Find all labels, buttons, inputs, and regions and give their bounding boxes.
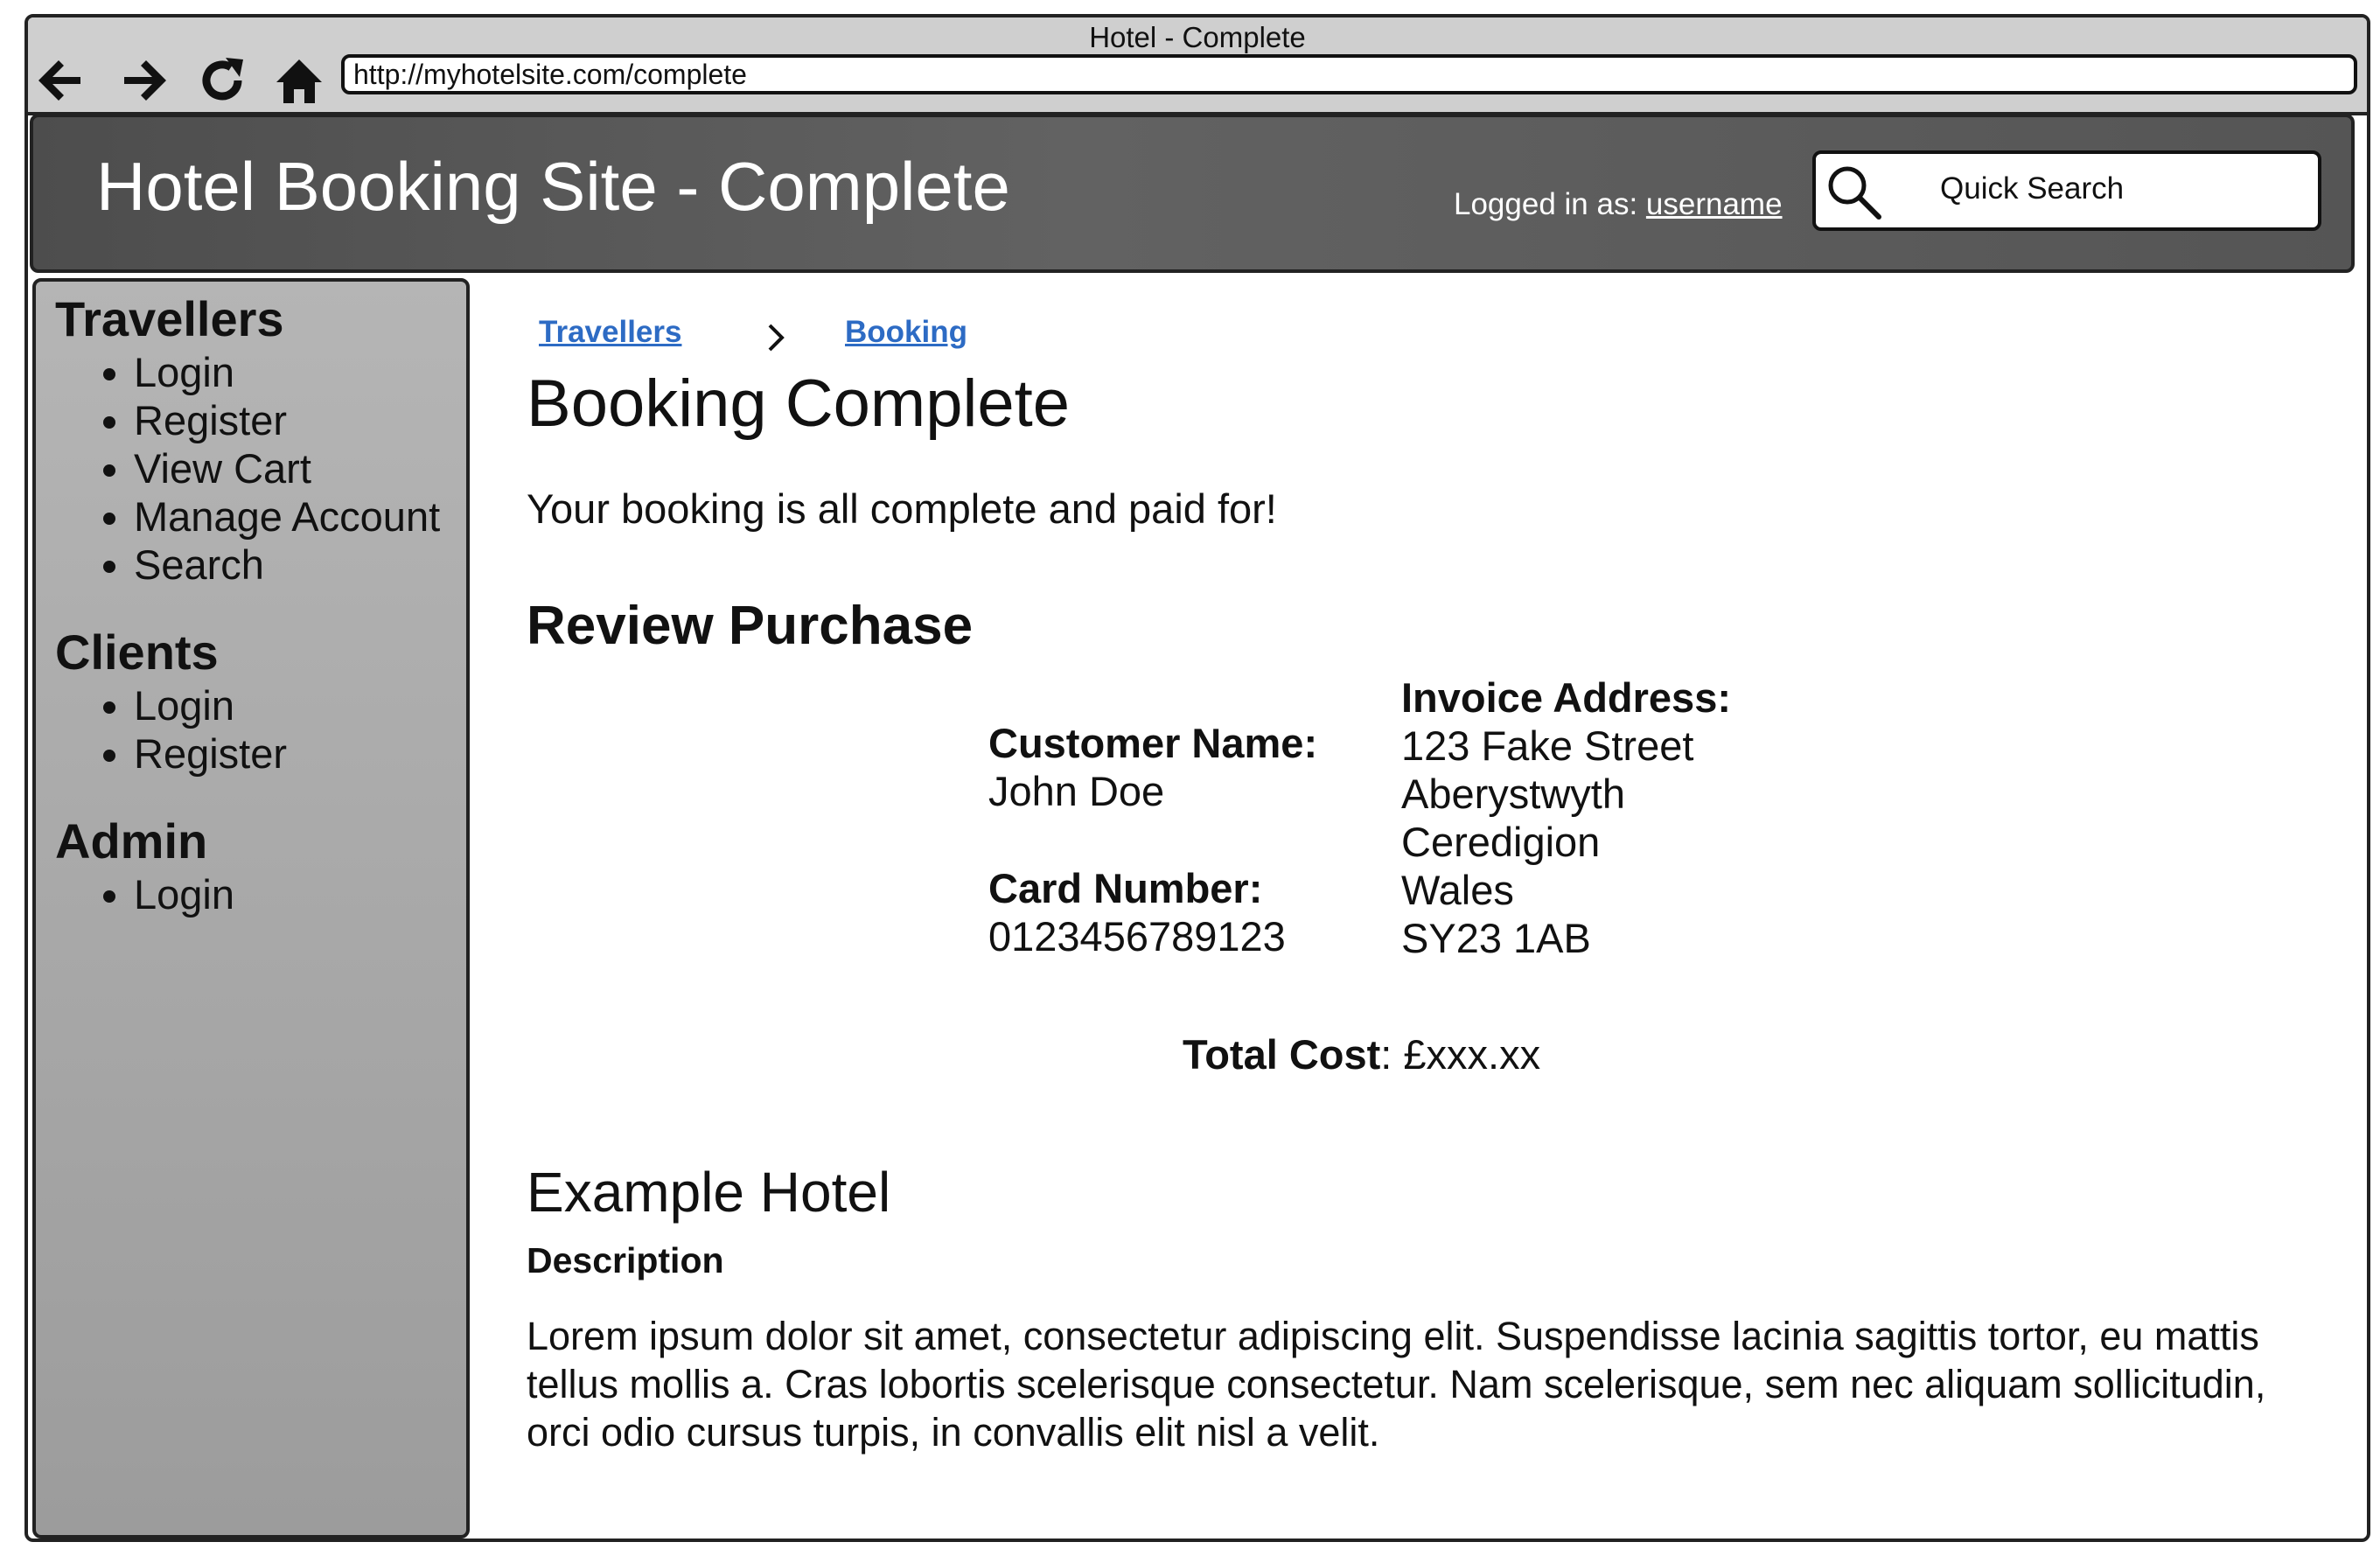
- sidebar-item-clients-login[interactable]: Login: [134, 681, 466, 729]
- sidebar-item-admin-login[interactable]: Login: [134, 870, 466, 918]
- logged-in-label: Logged in as:: [1454, 187, 1646, 221]
- sidebar-item-search[interactable]: Search: [134, 541, 466, 589]
- quick-search-placeholder: Quick Search: [1940, 171, 2125, 206]
- page-title: Booking Complete: [527, 366, 1071, 441]
- username-link[interactable]: username: [1646, 187, 1783, 221]
- address-line: Aberystwyth: [1401, 771, 1625, 817]
- card-number-value: 0123456789123: [988, 913, 1286, 959]
- reload-icon[interactable]: [191, 49, 254, 112]
- quick-search-input[interactable]: Quick Search: [1812, 150, 2321, 231]
- total-cost-value: : £xxx.xx: [1380, 1031, 1541, 1078]
- invoice-address-label: Invoice Address:: [1401, 674, 1731, 721]
- sidebar-section-admin: Admin Login: [55, 813, 466, 918]
- sidebar: Travellers Login Register View Cart Mana…: [32, 278, 470, 1539]
- search-icon: [1828, 166, 1881, 220]
- sidebar-heading-clients: Clients: [55, 624, 219, 680]
- hotel-description: Lorem ipsum dolor sit amet, consectetur …: [527, 1314, 2266, 1455]
- sidebar-section-clients: Clients Login Register: [55, 624, 466, 778]
- browser-chrome: Hotel - Complete http://myhotelsite.com/…: [28, 17, 2367, 115]
- confirmation-message: Your booking is all complete and paid fo…: [527, 485, 1277, 532]
- card-number-block: Card Number: 0123456789123: [988, 864, 1286, 960]
- logged-in-status: Logged in as: username: [1454, 187, 1783, 222]
- back-arrow-icon[interactable]: [30, 49, 93, 112]
- address-line: Wales: [1401, 867, 1514, 913]
- customer-name-value: John Doe: [988, 768, 1165, 814]
- card-number-label: Card Number:: [988, 865, 1263, 911]
- sidebar-item-manage-account[interactable]: Manage Account: [134, 492, 466, 541]
- site-header: Hotel Booking Site - Complete Logged in …: [30, 114, 2355, 273]
- site-title: Hotel Booking Site - Complete: [96, 148, 1010, 225]
- sidebar-section-travellers: Travellers Login Register View Cart Mana…: [55, 290, 466, 589]
- address-bar[interactable]: http://myhotelsite.com/complete: [341, 54, 2357, 94]
- forward-arrow-icon[interactable]: [112, 49, 175, 112]
- window-title: Hotel - Complete: [1089, 21, 1306, 53]
- home-icon[interactable]: [268, 49, 331, 112]
- breadcrumb: Travellers Booking: [527, 278, 2328, 352]
- address-line: 123 Fake Street: [1401, 722, 1694, 769]
- breadcrumb-travellers-link[interactable]: Travellers: [539, 315, 681, 350]
- browser-window: Hotel - Complete http://myhotelsite.com/…: [24, 14, 2370, 1542]
- sidebar-item-view-cart[interactable]: View Cart: [134, 444, 466, 492]
- total-cost-label: Total Cost: [1183, 1031, 1381, 1078]
- sidebar-heading-admin: Admin: [55, 813, 208, 869]
- invoice-address-block: Invoice Address: 123 Fake Street Aberyst…: [1401, 673, 1731, 962]
- main-content: Travellers Booking Booking Complete Your…: [527, 278, 2328, 1455]
- breadcrumb-booking-link[interactable]: Booking: [845, 315, 967, 350]
- sidebar-heading-travellers: Travellers: [55, 291, 284, 346]
- customer-name-block: Customer Name: John Doe: [988, 719, 1317, 815]
- review-purchase-heading: Review Purchase: [527, 596, 974, 656]
- sidebar-item-travellers-login[interactable]: Login: [134, 348, 466, 396]
- sidebar-item-clients-register[interactable]: Register: [134, 729, 466, 778]
- total-cost: Total Cost: £xxx.xx: [1183, 1030, 1540, 1078]
- address-line: Ceredigion: [1401, 819, 1601, 865]
- customer-name-label: Customer Name:: [988, 720, 1318, 766]
- chevron-right-icon: [768, 324, 785, 352]
- sidebar-item-travellers-register[interactable]: Register: [134, 396, 466, 444]
- address-line: SY23 1AB: [1401, 915, 1591, 961]
- hotel-name: Example Hotel: [527, 1161, 891, 1224]
- description-label: Description: [527, 1240, 724, 1280]
